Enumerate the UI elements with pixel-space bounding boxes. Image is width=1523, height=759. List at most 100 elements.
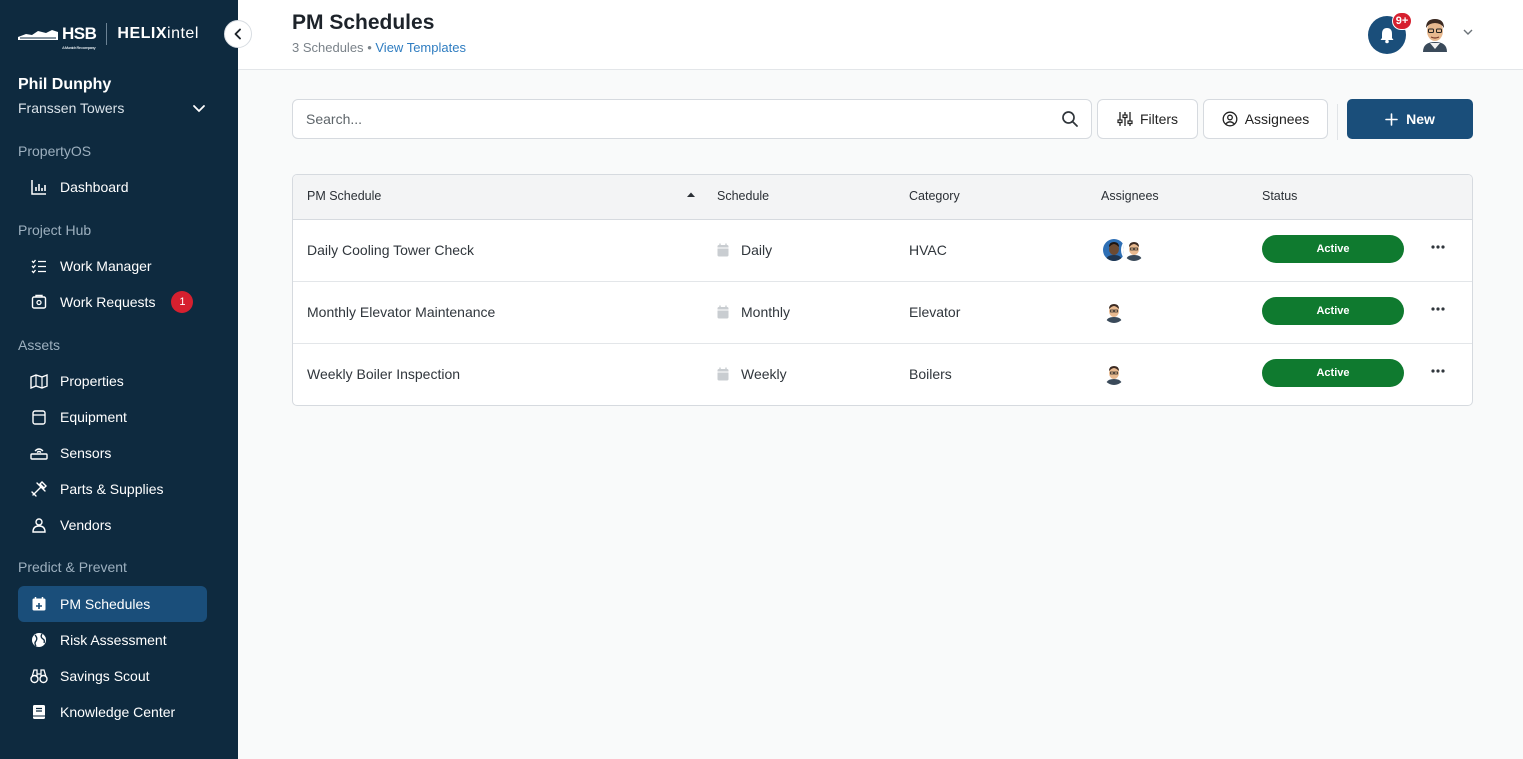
toolbar-divider (1337, 104, 1338, 140)
schedule-name: Daily Cooling Tower Check (307, 242, 475, 258)
chevron-left-icon (234, 28, 241, 40)
search-icon[interactable] (1061, 110, 1079, 128)
user-name: Phil Dunphy (18, 76, 112, 93)
sidebar-item-label: Equipment (60, 409, 127, 425)
assignee-avatars[interactable] (1101, 361, 1127, 387)
new-label: New (1406, 111, 1435, 127)
sidebar-item-parts-supplies[interactable]: Parts & Supplies (18, 471, 207, 507)
more-actions-button[interactable] (1428, 361, 1448, 381)
section-label-assets: Assets (18, 337, 61, 353)
hsb-text: HSB (62, 24, 97, 43)
table-row[interactable]: Daily Cooling Tower Check Daily HVAC Act… (293, 220, 1472, 282)
column-header-category[interactable]: Category (909, 189, 960, 203)
filters-button[interactable]: Filters (1097, 99, 1198, 139)
sidebar-item-equipment[interactable]: Equipment (18, 399, 207, 435)
inbox-icon (30, 293, 48, 311)
vendor-icon (30, 516, 48, 534)
schedule-frequency: Daily (741, 242, 773, 258)
sensor-icon (30, 444, 48, 462)
collapse-sidebar-button[interactable] (224, 20, 252, 48)
hsb-mark-icon (18, 30, 58, 40)
section-label-project-hub: Project Hub (18, 222, 92, 238)
sliders-icon (1117, 112, 1133, 126)
sidebar-item-pm-schedules[interactable]: PM Schedules (18, 586, 207, 622)
schedule-category: Elevator (909, 304, 961, 320)
avatar (1101, 361, 1127, 387)
filters-label: Filters (1139, 111, 1179, 127)
map-icon (30, 372, 48, 390)
assignee-avatars[interactable] (1101, 299, 1127, 325)
equipment-icon (30, 408, 48, 426)
avatar-icon (1423, 19, 1447, 52)
column-header-status[interactable]: Status (1262, 189, 1297, 203)
globe-icon (30, 631, 48, 649)
brand-logo[interactable]: HSB A Munich Re company HELIXintel (18, 20, 199, 50)
sidebar-item-label: PM Schedules (60, 596, 151, 612)
ellipsis-icon (1431, 245, 1445, 249)
column-header-schedule[interactable]: Schedule (717, 189, 769, 203)
property-name: Franssen Towers (18, 100, 125, 116)
helix-light: intel (167, 25, 199, 42)
search-input[interactable] (293, 100, 1033, 138)
sidebar-item-properties[interactable]: Properties (18, 363, 207, 399)
status-badge: Active (1262, 235, 1404, 263)
section-label-predict-prevent: Predict & Prevent (18, 559, 127, 575)
chart-icon (30, 178, 48, 196)
chevron-down-icon[interactable] (1462, 26, 1474, 38)
checklist-icon (30, 257, 48, 275)
avatar-icon (1103, 301, 1125, 323)
calendar-plus-icon (30, 595, 48, 613)
sort-ascending-icon[interactable] (686, 190, 696, 200)
logo-divider (106, 23, 108, 45)
schedule-name: Monthly Elevator Maintenance (307, 304, 496, 320)
hsb-subtitle: A Munich Re company (62, 45, 96, 50)
sidebar-item-label: Sensors (60, 445, 112, 461)
new-schedule-button[interactable]: New (1347, 99, 1473, 139)
more-actions-button[interactable] (1428, 299, 1448, 319)
binoculars-icon (30, 667, 48, 685)
sidebar-item-work-manager[interactable]: Work Manager (18, 248, 207, 284)
sidebar-item-savings-scout[interactable]: Savings Scout (18, 658, 207, 694)
sidebar: HSB A Munich Re company HELIXintel Phil … (0, 0, 238, 759)
sidebar-item-dashboard[interactable]: Dashboard (18, 169, 207, 205)
avatar-icon (1123, 239, 1145, 261)
column-header-assignees[interactable]: Assignees (1101, 189, 1159, 203)
sidebar-item-label: Parts & Supplies (60, 481, 164, 497)
search-box (292, 99, 1092, 139)
tools-icon (30, 480, 48, 498)
table-row[interactable]: Weekly Boiler Inspection Weekly Boilers … (293, 344, 1472, 405)
avatar (1121, 237, 1147, 263)
schedule-category: Boilers (909, 366, 952, 382)
helix-bold: HELIX (117, 25, 168, 42)
sidebar-item-vendors[interactable]: Vendors (18, 507, 207, 543)
hsb-logo: HSB A Munich Re company (18, 24, 97, 50)
page-title: PM Schedules (292, 11, 435, 34)
helix-logo: HELIXintel (117, 25, 198, 43)
view-templates-link[interactable]: View Templates (375, 40, 466, 55)
avatar (1101, 299, 1127, 325)
sidebar-item-knowledge-center[interactable]: Knowledge Center (18, 694, 207, 730)
sidebar-item-work-requests[interactable]: Work Requests 1 (18, 284, 207, 320)
ellipsis-icon (1431, 369, 1445, 373)
property-selector[interactable]: Franssen Towers (18, 100, 206, 116)
sidebar-item-risk-assessment[interactable]: Risk Assessment (18, 622, 207, 658)
column-header-pm-schedule[interactable]: PM Schedule (307, 189, 381, 203)
more-actions-button[interactable] (1428, 237, 1448, 257)
sidebar-item-label: Savings Scout (60, 668, 150, 684)
sidebar-item-sensors[interactable]: Sensors (18, 435, 207, 471)
section-label-propertyos: PropertyOS (18, 143, 92, 159)
table-row[interactable]: Monthly Elevator Maintenance Monthly Ele… (293, 282, 1472, 344)
table-header: PM Schedule Schedule Category Assignees … (293, 175, 1472, 220)
sidebar-item-label: Vendors (60, 517, 112, 533)
sidebar-item-label: Knowledge Center (60, 704, 176, 720)
status-badge: Active (1262, 297, 1404, 325)
schedule-category: HVAC (909, 242, 947, 258)
user-avatar[interactable] (1418, 16, 1452, 52)
book-icon (30, 703, 48, 721)
sidebar-item-label: Properties (60, 373, 124, 389)
calendar-icon (717, 305, 729, 319)
assignee-avatars[interactable] (1101, 237, 1147, 263)
page-subtitle: 3 Schedules • View Templates (292, 40, 466, 55)
ellipsis-icon (1431, 307, 1445, 311)
assignees-button[interactable]: Assignees (1203, 99, 1328, 139)
